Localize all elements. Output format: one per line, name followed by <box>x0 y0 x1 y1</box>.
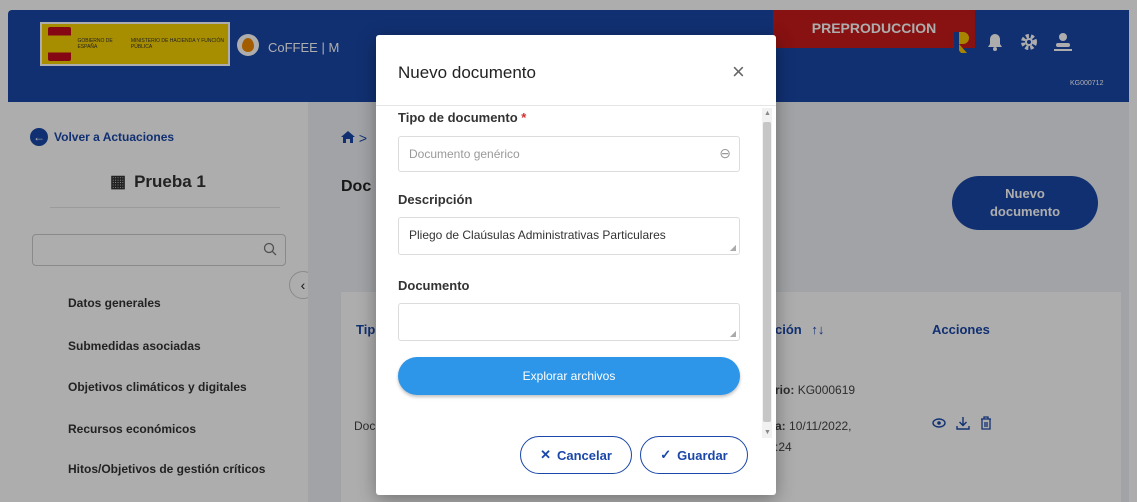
descripcion-label: Descripción <box>398 192 473 207</box>
documento-label: Documento <box>398 278 470 293</box>
resize-grip-icon[interactable]: ◢ <box>730 329 736 338</box>
tipo-documento-label-text: Tipo de documento <box>398 110 518 125</box>
save-button[interactable]: ✓ Guardar <box>640 436 748 474</box>
cancel-button[interactable]: ✕ Cancelar <box>520 436 632 474</box>
clear-circle-icon[interactable]: ⊖ <box>719 145 731 162</box>
scrollbar-thumb[interactable] <box>763 122 771 422</box>
modal-title: Nuevo documento <box>398 63 536 82</box>
documento-textarea[interactable]: ◢ <box>398 303 740 341</box>
scroll-down-icon[interactable]: ▼ <box>764 429 771 436</box>
modal-scrollbar[interactable]: ▲ ▼ <box>762 108 772 438</box>
scroll-up-icon[interactable]: ▲ <box>764 110 771 117</box>
resize-grip-icon[interactable]: ◢ <box>730 243 736 252</box>
required-mark: * <box>521 110 527 125</box>
new-document-modal: Nuevo documento × Tipo de documento * Do… <box>376 35 776 495</box>
close-icon[interactable]: × <box>732 59 745 85</box>
check-icon: ✓ <box>660 447 672 462</box>
tipo-documento-select[interactable]: Documento genérico ⊖ <box>398 136 740 172</box>
explore-files-button[interactable]: Explorar archivos <box>398 357 740 395</box>
cancel-button-label: Cancelar <box>556 447 612 463</box>
descripcion-value: Pliego de Claúsulas Administrativas Part… <box>409 228 666 242</box>
modal-header-divider <box>376 105 776 106</box>
tipo-documento-label: Tipo de documento * <box>398 110 526 125</box>
tipo-documento-placeholder: Documento genérico <box>409 147 520 161</box>
save-button-label: Guardar <box>677 447 728 463</box>
descripcion-textarea[interactable]: Pliego de Claúsulas Administrativas Part… <box>398 217 740 255</box>
close-icon: ✕ <box>540 447 551 462</box>
